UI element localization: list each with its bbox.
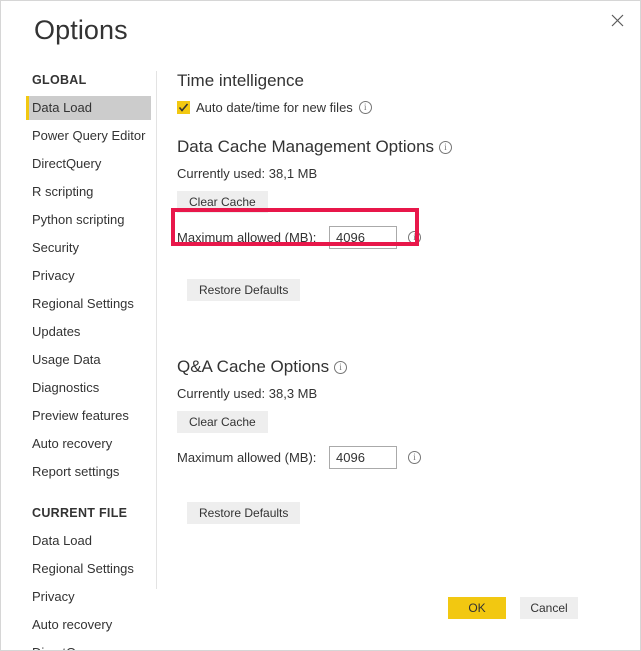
qna-cache-heading: Q&A Cache Options i — [177, 357, 617, 377]
close-icon[interactable] — [595, 1, 640, 39]
sidebar-item-current-regional-settings[interactable]: Regional Settings — [1, 557, 176, 581]
sidebar-item-privacy[interactable]: Privacy — [1, 264, 176, 288]
sidebar-item-auto-recovery[interactable]: Auto recovery — [1, 432, 176, 456]
page-title: Options — [34, 15, 128, 45]
sidebar-group-title-global: GLOBAL — [32, 73, 87, 87]
qna-cache-clear-cache-button[interactable]: Clear Cache — [177, 411, 268, 433]
qna-cache-heading-text: Q&A Cache Options — [177, 357, 330, 376]
sidebar-item-security[interactable]: Security — [1, 236, 176, 260]
data-cache-currently-used: Currently used: 38,1 MB — [177, 166, 318, 181]
auto-date-time-info-icon[interactable]: i — [358, 101, 372, 114]
sidebar-item-updates[interactable]: Updates — [1, 320, 176, 344]
data-cache-max-allowed-label: Maximum allowed (MB): — [177, 230, 317, 245]
data-cache-info-icon[interactable]: i — [439, 140, 453, 154]
sidebar-item-preview-features[interactable]: Preview features — [1, 404, 176, 428]
sidebar-item-regional-settings[interactable]: Regional Settings — [1, 292, 176, 316]
data-cache-max-allowed-row: Maximum allowed (MB): i — [177, 226, 617, 249]
qna-cache-info-icon[interactable]: i — [334, 360, 348, 374]
cancel-button[interactable]: Cancel — [520, 597, 578, 619]
data-cache-heading-text: Data Cache Management Options — [177, 137, 435, 156]
data-cache-max-allowed-input[interactable] — [329, 226, 397, 249]
options-dialog: Options GLOBAL Data Load Power Query Edi… — [0, 0, 641, 651]
sidebar-item-r-scripting[interactable]: R scripting — [1, 180, 176, 204]
qna-cache-currently-used: Currently used: 38,3 MB — [177, 386, 318, 401]
time-intelligence-heading: Time intelligence — [177, 71, 617, 91]
data-cache-clear-cache-button[interactable]: Clear Cache — [177, 191, 268, 213]
qna-cache-max-allowed-input[interactable] — [329, 446, 397, 469]
qna-cache-max-allowed-info-icon[interactable]: i — [408, 451, 421, 464]
auto-date-time-row: Auto date/time for new files i — [177, 100, 617, 115]
qna-cache-restore-defaults-button[interactable]: Restore Defaults — [187, 502, 301, 524]
sidebar-item-current-data-load[interactable]: Data Load — [1, 529, 176, 553]
data-cache-heading: Data Cache Management Options i — [177, 137, 617, 157]
options-content: Time intelligence Auto date/time for new… — [177, 71, 617, 524]
sidebar-item-power-query-editor[interactable]: Power Query Editor — [1, 124, 176, 148]
time-intelligence-heading-text: Time intelligence — [177, 71, 304, 90]
sidebar-item-python-scripting[interactable]: Python scripting — [1, 208, 176, 232]
sidebar-item-diagnostics[interactable]: Diagnostics — [1, 376, 176, 400]
data-cache-restore-defaults-button[interactable]: Restore Defaults — [187, 279, 301, 301]
auto-date-time-checkbox[interactable] — [177, 101, 190, 114]
ok-button[interactable]: OK — [448, 597, 506, 619]
sidebar-item-data-load[interactable]: Data Load — [26, 96, 151, 120]
sidebar-item-usage-data[interactable]: Usage Data — [1, 348, 176, 372]
dialog-footer: OK Cancel — [1, 588, 640, 650]
sidebar: GLOBAL Data Load Power Query Editor Dire… — [1, 73, 176, 650]
sidebar-group-title-current-file: CURRENT FILE — [32, 506, 128, 520]
qna-cache-max-allowed-row: Maximum allowed (MB): i — [177, 446, 617, 469]
sidebar-item-directquery[interactable]: DirectQuery — [1, 152, 176, 176]
qna-cache-max-allowed-label: Maximum allowed (MB): — [177, 450, 317, 465]
sidebar-item-report-settings[interactable]: Report settings — [1, 460, 176, 484]
auto-date-time-label: Auto date/time for new files — [196, 100, 353, 115]
data-cache-max-allowed-info-icon[interactable]: i — [408, 231, 421, 244]
